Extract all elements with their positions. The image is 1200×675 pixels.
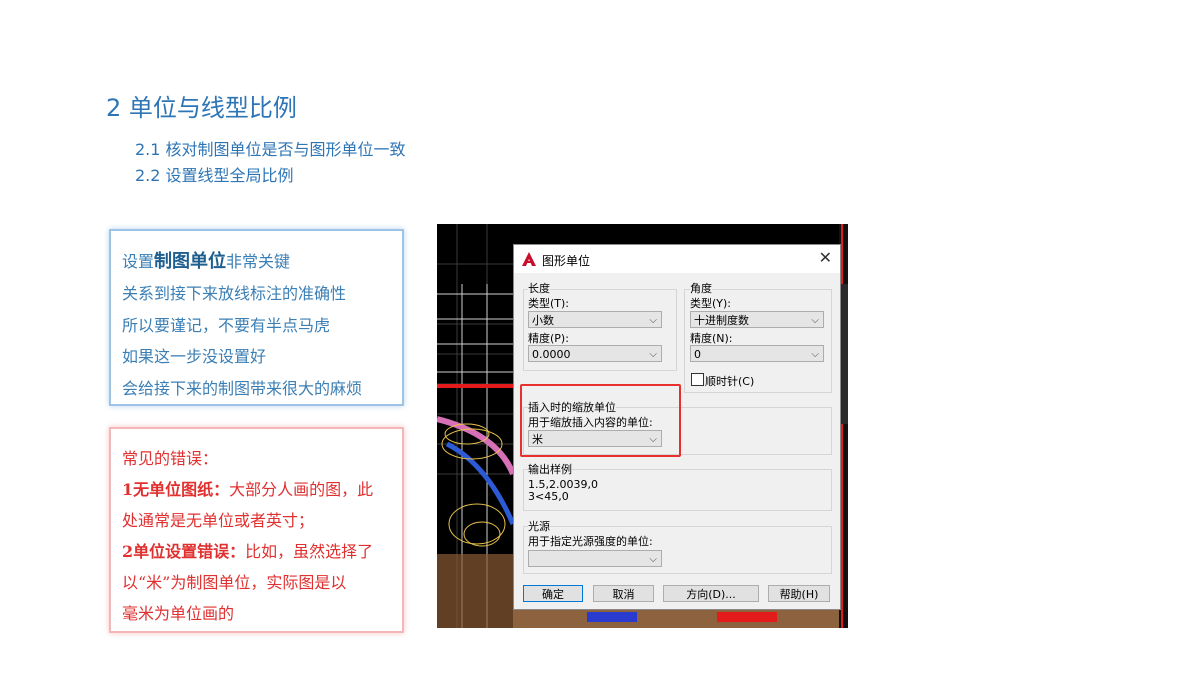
key-point-suffix: 非常关键 — [226, 252, 291, 271]
key-point-emphasis: 制图单位 — [154, 251, 227, 272]
angle-type-select[interactable]: 十进制度数 ⌵ — [690, 311, 824, 328]
close-icon[interactable]: ✕ — [819, 248, 832, 267]
chevron-down-icon: ⌵ — [811, 315, 819, 326]
key-point-line-5: 会给接下来的制图带来很大的麻烦 — [122, 379, 363, 398]
chevron-down-icon: ⌵ — [649, 315, 657, 326]
cancel-button[interactable]: 取消 — [593, 585, 654, 602]
subtitle-item-1: 2.1 核对制图单位是否与图形单位一致 — [135, 140, 406, 159]
chevron-down-icon: ⌵ — [649, 554, 657, 565]
clockwise-checkbox[interactable] — [691, 373, 704, 386]
length-group-label: 长度 — [528, 280, 550, 296]
error-1-line-1: 1无单位图纸：大部分人画的图，此 — [122, 476, 373, 500]
insert-scale-highlight — [520, 384, 681, 457]
angle-type-label: 类型(Y): — [690, 297, 732, 310]
common-errors-box: 常见的错误： 1无单位图纸：大部分人画的图，此 处通常是无单位或者英寸； 2单位… — [109, 427, 404, 633]
length-type-select[interactable]: 小数 ⌵ — [528, 311, 662, 328]
chevron-down-icon: ⌵ — [649, 349, 657, 360]
clockwise-label: 顺时针(C) — [705, 375, 755, 388]
error-2-line-1: 2单位设置错误：比如，虽然选择了 — [122, 538, 373, 562]
key-points-box: 设置制图单位非常关键 关系到接下来放线标注的准确性 所以要谨记，不要有半点马虎 … — [109, 229, 404, 406]
key-point-line-2: 关系到接下来放线标注的准确性 — [122, 284, 347, 303]
output-sample-group-label: 输出样例 — [528, 461, 572, 477]
key-point-line-3: 所以要谨记，不要有半点马虎 — [122, 316, 331, 335]
key-point-line-1: 设置制图单位非常关键 — [122, 247, 290, 273]
key-point-prefix: 设置 — [122, 252, 155, 271]
subtitle-item-2: 2.2 设置线型全局比例 — [135, 166, 294, 185]
direction-button[interactable]: 方向(D)... — [663, 585, 759, 602]
error-1-text: 大部分人画的图，此 — [229, 480, 374, 499]
error-2-text: 比如，虽然选择了 — [245, 542, 374, 561]
error-2-line-3: 毫米为单位画的 — [122, 604, 235, 623]
ok-button[interactable]: 确定 — [523, 585, 583, 602]
error-2-line-2: 以“米”为制图单位，实际图是以 — [122, 573, 347, 592]
errors-heading: 常见的错误： — [122, 449, 219, 468]
length-type-label: 类型(T): — [528, 297, 570, 310]
dialog-title: 图形单位 — [542, 254, 591, 268]
angle-precision-value: 0 — [694, 348, 701, 361]
error-2-title: 2单位设置错误： — [122, 542, 246, 561]
angle-group-label: 角度 — [690, 280, 712, 296]
lighting-units-select[interactable]: ⌵ — [528, 550, 662, 567]
error-1-title: 1无单位图纸： — [122, 480, 230, 499]
error-1-line-2: 处通常是无单位或者英寸； — [122, 511, 315, 530]
chevron-down-icon: ⌵ — [811, 349, 819, 360]
length-type-value: 小数 — [532, 314, 554, 327]
angle-precision-select[interactable]: 0 ⌵ — [690, 345, 824, 362]
lighting-group-label: 光源 — [528, 518, 550, 534]
lighting-units-label: 用于指定光源强度的单位: — [528, 535, 653, 548]
help-button[interactable]: 帮助(H) — [768, 585, 830, 602]
angle-type-value: 十进制度数 — [694, 314, 749, 327]
output-sample-line-2: 3<45,0 — [528, 490, 569, 503]
length-precision-value: 0.0000 — [532, 348, 571, 361]
key-point-line-4: 如果这一步没设置好 — [122, 347, 267, 366]
angle-precision-label: 精度(N): — [690, 332, 733, 345]
length-precision-label: 精度(P): — [528, 332, 569, 345]
dialog-titlebar: 图形单位 ✕ — [514, 245, 840, 273]
slide-title: 2 单位与线型比例 — [106, 94, 297, 122]
autocad-logo-icon — [522, 252, 536, 266]
length-precision-select[interactable]: 0.0000 ⌵ — [528, 345, 662, 362]
